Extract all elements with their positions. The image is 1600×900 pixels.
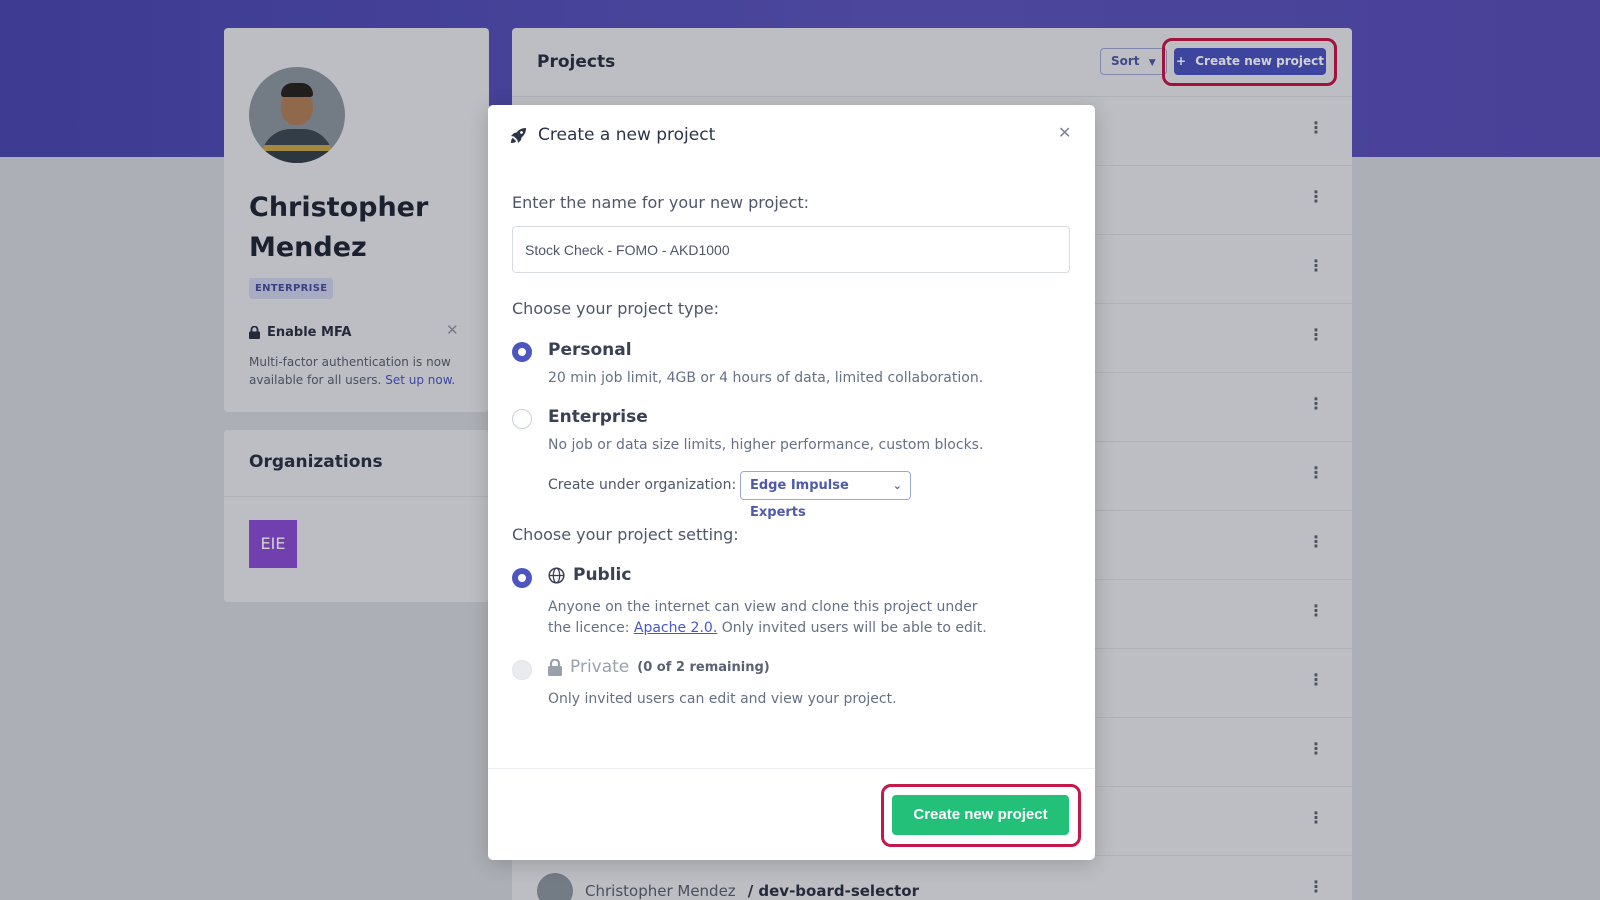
radio-personal[interactable] bbox=[512, 342, 532, 362]
public-desc-suffix: Only invited users will be able to edit. bbox=[721, 620, 987, 636]
project-name-label: Enter the name for your new project: bbox=[512, 193, 810, 212]
rocket-icon bbox=[511, 127, 526, 143]
option-desc-private: Only invited users can edit and view you… bbox=[548, 691, 897, 707]
chevron-down-icon: ⌄ bbox=[892, 479, 902, 492]
organization-select[interactable]: Edge Impulse Experts ⌄ bbox=[740, 471, 911, 520]
option-desc-enterprise: No job or data size limits, higher perfo… bbox=[548, 437, 984, 453]
project-type-label: Choose your project type: bbox=[512, 299, 719, 318]
modal-title: Create a new project bbox=[538, 125, 716, 145]
globe-icon bbox=[548, 566, 565, 584]
option-title-personal: Personal bbox=[548, 340, 632, 360]
radio-private[interactable] bbox=[512, 660, 532, 680]
public-label: Public bbox=[573, 565, 632, 585]
radio-public[interactable] bbox=[512, 568, 532, 588]
modal-header: Create a new project bbox=[510, 125, 715, 145]
license-link[interactable]: Apache 2.0. bbox=[634, 620, 717, 636]
highlight-ring bbox=[881, 784, 1081, 847]
option-desc-personal: 20 min job limit, 4GB or 4 hours of data… bbox=[548, 370, 984, 386]
organization-select-label: Create under organization: bbox=[548, 477, 737, 493]
private-label: Private bbox=[570, 657, 630, 677]
option-title-enterprise: Enterprise bbox=[548, 407, 648, 427]
divider bbox=[488, 768, 1095, 769]
create-project-modal: Create a new project ✕ Enter the name fo… bbox=[488, 105, 1095, 860]
option-title-private: Private (0 of 2 remaining) bbox=[548, 657, 770, 677]
organization-select-value: Edge Impulse Experts bbox=[750, 478, 849, 520]
radio-enterprise[interactable] bbox=[512, 409, 532, 429]
option-desc-public: Anyone on the internet can view and clon… bbox=[548, 597, 988, 639]
lock-icon bbox=[548, 658, 562, 676]
private-remaining: (0 of 2 remaining) bbox=[637, 659, 770, 675]
project-name-input[interactable] bbox=[512, 226, 1070, 273]
close-icon[interactable]: ✕ bbox=[1058, 123, 1071, 142]
project-setting-label: Choose your project setting: bbox=[512, 525, 739, 544]
option-title-public: Public bbox=[548, 565, 631, 585]
